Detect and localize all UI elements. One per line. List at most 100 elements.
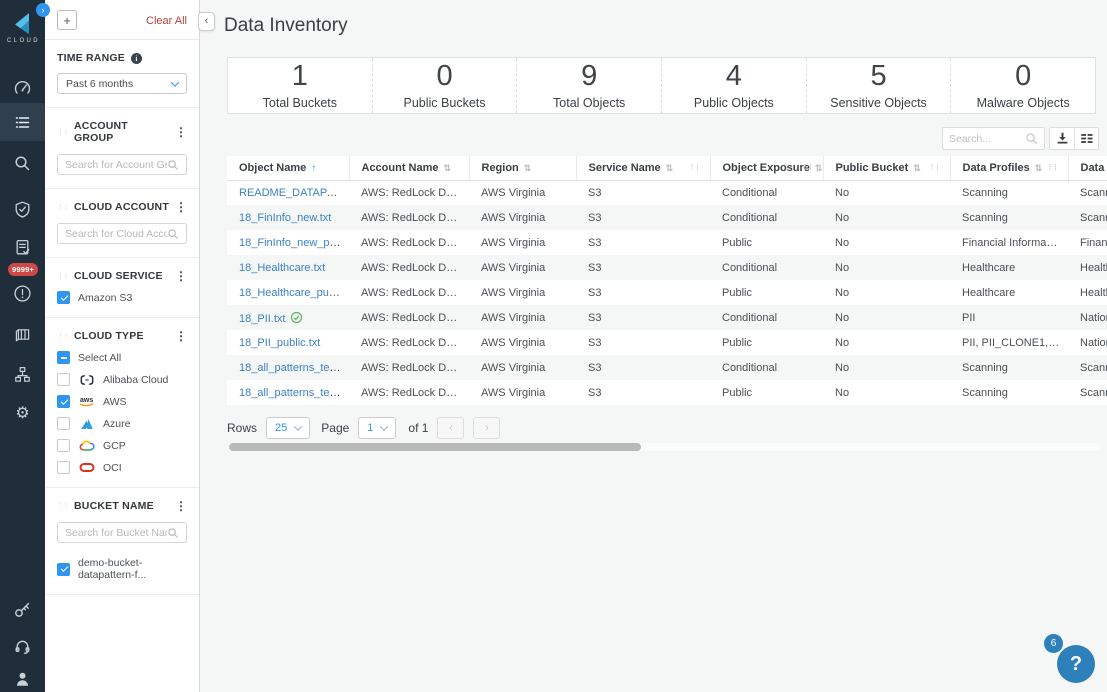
oci-checkbox[interactable]	[57, 461, 70, 474]
cell-public_bucket: No	[823, 205, 950, 230]
aws-checkbox[interactable]	[57, 395, 70, 408]
object-name-link[interactable]: 18_FinInfo_new.txt	[239, 212, 331, 224]
add-filter-button[interactable]: +	[57, 10, 77, 30]
time-range-select[interactable]: Past 6 months	[57, 73, 187, 94]
nav-alerts[interactable]	[0, 279, 45, 307]
prev-page-button[interactable]: ‹	[437, 417, 465, 439]
nav-search[interactable]	[0, 149, 45, 177]
object-name-link[interactable]: 18_all_patterns_test_public.txt	[239, 387, 349, 399]
gcp-checkbox[interactable]	[57, 439, 70, 452]
oci-icon	[78, 461, 95, 474]
nav-inventory[interactable]	[0, 320, 45, 348]
prisma-cloud-logo[interactable]: CLOUD	[0, 12, 45, 44]
column-header-region[interactable]: Region ⇅	[469, 156, 577, 181]
account-group-search-input[interactable]	[65, 158, 167, 171]
stat-value: 9	[581, 59, 598, 92]
kebab-menu-icon[interactable]: ⋮	[175, 201, 187, 213]
clear-all-button[interactable]: Clear All	[146, 15, 187, 27]
nav-support[interactable]	[0, 632, 45, 660]
cell-data_profiles: PII, PII_CLONE1, PII_CLONE2	[950, 330, 1068, 355]
kebab-menu-icon[interactable]: ⋮	[175, 500, 187, 512]
nav-compliance[interactable]	[0, 195, 45, 223]
rows-per-page-select[interactable]: 25	[266, 417, 311, 439]
alibaba-cloud-checkbox[interactable]	[57, 373, 70, 386]
help-button[interactable]: ?	[1057, 645, 1095, 683]
nav-network[interactable]	[0, 360, 45, 388]
expand-rail-button[interactable]: ›	[36, 3, 50, 17]
table-body: README_DATAPATTERNS.txt AWS: RedLock Demo…	[227, 180, 1107, 405]
table-row: 18_PII.txt AWS: RedLock Demo AccountAWS V…	[227, 305, 1107, 330]
cloud-account-section: ⋮⋮ CLOUD ACCOUNT ⋮	[45, 189, 199, 258]
column-drag-handle-icon[interactable]: ⋮⋮	[689, 163, 702, 171]
bucket-name-title: BUCKET NAME	[74, 500, 154, 512]
sort-icon[interactable]: ⇅	[1035, 163, 1043, 173]
sort-asc-icon[interactable]: ↑	[311, 163, 316, 174]
azure-checkbox[interactable]	[57, 417, 70, 430]
cell-service_name: S3	[576, 355, 710, 380]
column-drag-handle-icon[interactable]: ⋮⋮	[1047, 163, 1060, 171]
column-header-data_profiles[interactable]: Data Profiles ⇅ ⋮⋮	[950, 156, 1069, 181]
drag-handle-icon[interactable]: ⋮⋮	[57, 204, 70, 211]
column-drag-handle-icon[interactable]: ⋮⋮	[802, 163, 815, 171]
column-header-public_bucket[interactable]: Public Bucket ⇅ ⋮⋮	[823, 156, 951, 181]
column-header-service_name[interactable]: Service Name ⇅ ⋮⋮	[576, 156, 711, 181]
info-icon[interactable]: i	[130, 52, 142, 64]
object-name-link[interactable]: README_DATAPATTERNS.txt	[239, 187, 349, 199]
sort-icon[interactable]: ⇅	[913, 163, 921, 173]
nav-access-keys[interactable]	[0, 595, 45, 623]
stats-bar: 1 Total Buckets 0 Public Buckets 9 Total…	[227, 57, 1096, 114]
nav-reports[interactable]	[0, 233, 45, 261]
cell-object_name: 18_Healthcare.txt	[227, 255, 349, 280]
sort-icon[interactable]: ⇅	[666, 163, 674, 173]
horizontal-scrollbar-track[interactable]	[227, 443, 1100, 451]
table-row: 18_all_patterns_test_public.txtAWS: RedL…	[227, 380, 1107, 405]
drag-handle-icon[interactable]: ⋮⋮	[57, 503, 70, 510]
drag-handle-icon[interactable]: ⋮⋮	[57, 129, 70, 136]
table-search-input[interactable]	[949, 132, 1025, 145]
column-header-account_name[interactable]: Account Name ⇅	[349, 156, 470, 181]
column-drag-handle-icon[interactable]: ⋮⋮	[929, 163, 942, 171]
object-name-link[interactable]: 18_PII_public.txt	[239, 337, 320, 349]
object-name-link[interactable]: 18_Healthcare_public.txt	[239, 287, 349, 299]
bucket-name-search-input[interactable]	[65, 526, 167, 539]
report-check-icon	[16, 239, 30, 254]
cell-account_name: AWS: RedLock Demo Account	[349, 330, 469, 355]
cell-region: AWS Virginia	[469, 180, 576, 205]
bucket-checkbox[interactable]	[57, 562, 70, 576]
drag-handle-icon[interactable]: ⋮⋮	[57, 273, 70, 280]
table-row: 18_all_patterns_test.txt AWS: RedLock Dem…	[227, 355, 1107, 380]
nav-dashboard[interactable]	[0, 74, 45, 102]
cell-public_bucket: No	[823, 255, 950, 280]
select-all-checkbox[interactable]	[57, 351, 70, 364]
cell-account_name: AWS: RedLock Demo Account	[349, 280, 469, 305]
column-settings-button[interactable]	[1074, 128, 1098, 149]
nav-settings[interactable]: ⚙	[0, 400, 45, 428]
kebab-menu-icon[interactable]: ⋮	[175, 126, 187, 138]
object-name-link[interactable]: 18_FinInfo_new_public.txt	[239, 237, 349, 249]
object-name-link[interactable]: 18_PII.txt	[239, 313, 285, 325]
collapse-panel-button[interactable]: ‹	[198, 12, 215, 31]
next-page-button[interactable]: ›	[473, 417, 501, 439]
kebab-menu-icon[interactable]: ⋮	[175, 270, 187, 282]
stat-total-objects: 9 Total Objects	[516, 58, 661, 113]
column-header-object_name[interactable]: Object Name ↑	[227, 156, 350, 181]
page-select[interactable]: 1	[358, 417, 397, 439]
column-header-object_exposure[interactable]: Object Exposure ⇅ ⋮⋮	[710, 156, 824, 181]
prisma-logo-icon	[14, 13, 29, 34]
nav-policies[interactable]	[0, 103, 45, 141]
sort-icon[interactable]: ⇅	[815, 163, 822, 173]
column-header-data_patterns[interactable]: Data Patterns⇅	[1068, 156, 1107, 181]
cell-data_patterns: Scanning	[1068, 380, 1107, 405]
object-name-link[interactable]: 18_Healthcare.txt	[239, 262, 325, 274]
sort-icon[interactable]: ⇅	[444, 163, 452, 173]
object-name-link[interactable]: 18_all_patterns_test.txt	[239, 362, 349, 374]
drag-handle-icon[interactable]: ⋮⋮	[57, 333, 70, 340]
amazon-s3-checkbox[interactable]	[57, 291, 70, 304]
cell-data_patterns: Scanning	[1068, 205, 1107, 230]
cloud-account-search-input[interactable]	[65, 227, 167, 240]
sort-icon[interactable]: ⇅	[524, 163, 532, 173]
horizontal-scrollbar-thumb[interactable]	[229, 443, 641, 451]
kebab-menu-icon[interactable]: ⋮	[175, 330, 187, 342]
nav-profile[interactable]	[0, 664, 45, 692]
download-button[interactable]	[1050, 128, 1074, 149]
